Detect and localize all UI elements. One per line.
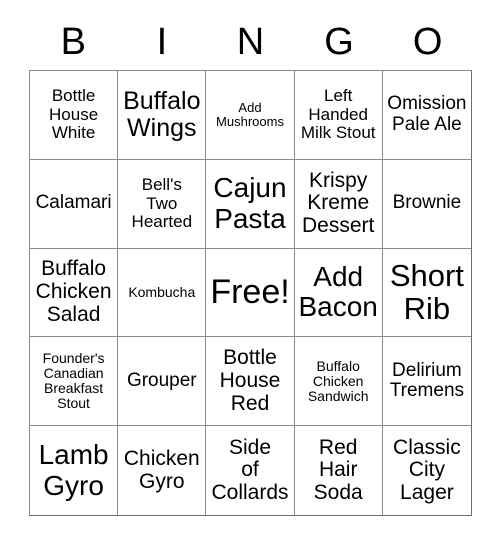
bingo-square-label: Lamb Gyro [38,439,109,501]
bingo-square-label: Buffalo Chicken Sandwich [307,357,369,404]
bingo-square-free[interactable]: Free! [206,248,295,338]
bingo-square-label: Side of Collards [211,435,289,504]
bingo-grid: Bottle House White Buffalo Wings Add Mus… [29,70,472,516]
bingo-square-label: Delirium Tremens [389,359,465,402]
bingo-square[interactable]: Add Bacon [294,248,383,338]
bingo-square[interactable]: Cajun Pasta [206,159,295,249]
bingo-square[interactable]: Lamb Gyro [30,426,119,515]
bingo-card: B I N G O Bottle House White Buffalo Win… [0,0,500,544]
bingo-square-label: Classic City Lager [393,435,461,504]
bingo-square[interactable]: Kombucha [118,248,207,338]
bingo-square[interactable]: Side of Collards [206,426,295,515]
bingo-square[interactable]: Buffalo Wings [118,71,207,160]
bingo-square-label: Bell's Two Hearted [131,175,193,231]
bingo-square-label: Buffalo Chicken Salad [35,257,112,326]
bingo-square-label: Buffalo Wings [123,86,201,142]
bingo-square-label: Chicken Gyro [123,446,200,493]
bingo-square[interactable]: Omission Pale Ale [382,71,471,160]
bingo-square[interactable]: Delirium Tremens [382,337,471,427]
bingo-square-label: Krispy Kreme Dessert [302,168,375,238]
bingo-square[interactable]: Bottle House Red [206,337,295,427]
bingo-square[interactable]: Bottle House White [30,71,119,160]
header-letter-b: B [60,21,86,63]
bingo-square[interactable]: Founder's Canadian Breakfast Stout [30,337,119,427]
bingo-square[interactable]: Krispy Kreme Dessert [294,159,383,249]
bingo-square[interactable]: Left Handed Milk Stout [294,71,383,160]
bingo-square[interactable]: Brownie [382,159,471,249]
bingo-square-label: Short Rib [389,258,464,327]
bingo-square-label: Left Handed Milk Stout [300,86,376,143]
bingo-square[interactable]: Calamari [30,159,119,249]
bingo-square-label: Add Mushrooms [216,99,284,129]
bingo-square[interactable]: Add Mushrooms [206,71,295,160]
bingo-square[interactable]: Grouper [118,337,207,427]
bingo-square[interactable]: Short Rib [382,248,471,338]
bingo-square-free-label: Free! [210,273,290,312]
bingo-square-label: Founder's Canadian Breakfast Stout [42,350,105,412]
bingo-square-label: Bottle House White [49,86,99,143]
bingo-square[interactable]: Buffalo Chicken Sandwich [294,337,383,427]
header-letter-g: G [324,21,354,63]
bingo-square-label: Red Hair Soda [313,435,363,504]
bingo-square-label: Calamari [35,192,112,214]
bingo-square-label: Add Bacon [298,261,378,323]
bingo-square-label: Bottle House Red [219,346,281,415]
bingo-square-label: Cajun Pasta [213,172,287,234]
bingo-square[interactable]: Chicken Gyro [118,426,207,515]
header-letter-n: N [236,21,265,63]
header-letter-i: I [156,21,168,63]
bingo-header: B I N G O [29,14,472,70]
bingo-square[interactable]: Classic City Lager [382,426,471,515]
bingo-square[interactable]: Buffalo Chicken Salad [30,248,119,338]
bingo-square-label: Kombucha [128,283,196,300]
bingo-square[interactable]: Bell's Two Hearted [118,159,207,249]
bingo-square-label: Grouper [126,370,197,392]
header-letter-o: O [412,21,443,63]
bingo-square[interactable]: Red Hair Soda [294,426,383,515]
bingo-square-label: Omission Pale Ale [387,93,467,135]
bingo-square-label: Brownie [392,192,462,214]
